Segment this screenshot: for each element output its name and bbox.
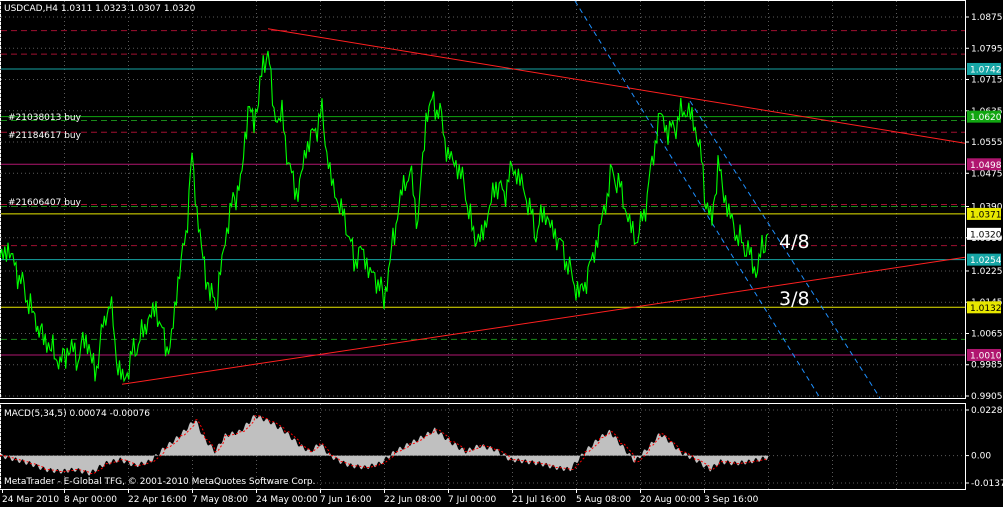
footer-copyright: MetaTrader - E-Global TFG, © 2001-2010 M… [4,477,316,487]
price-tick-label-4: 1.0555 [971,138,1003,148]
price-line [0,50,769,383]
price-tick-label-8: 1.0225 [971,267,1003,277]
level-tag-1.0132-label: 1.0132 [970,304,1002,314]
price-tick-label-12: 0.9905 [971,392,1003,402]
price-axis: 1.08751.07951.07151.06351.05551.04751.03… [965,13,1003,489]
macd-tick-label-0: 0.02286 [971,406,1003,416]
level-tag-1.0010-label: 1.0010 [970,351,1002,361]
time-tick-label-1: 8 Apr 00:00 [64,495,117,505]
level-tag-1.0371-label: 1.0371 [970,210,1002,220]
main-panel-frame [0,0,966,399]
time-tick-label-0: 24 Mar 2010 [2,495,59,505]
time-tick-label-7: 7 Jul 00:00 [448,495,497,505]
level-tag-1.0498-label: 1.0498 [970,161,1002,171]
channel-line-lower[interactable] [574,0,821,399]
annotation-3-8: 3/8 [779,288,810,310]
macd-tick-label-1: 0.00 [971,452,991,462]
price-tick-label-10: 1.0065 [971,329,1003,339]
time-tick-label-8: 21 Jul 16:00 [512,495,566,505]
time-tick-label-11: 3 Sep 16:00 [704,495,759,505]
level-tag-1.0254-label: 1.0254 [970,256,1002,266]
annotation-4-8: 4/8 [779,231,810,253]
time-tick-label-6: 22 Jun 08:00 [384,495,441,505]
price-tick-label-11: 0.9985 [971,361,1003,371]
time-tick-label-4: 24 May 00:00 [256,495,318,505]
order-label-3[interactable]: #21606407 buy [8,198,82,208]
price-chart[interactable]: 1.08751.07951.07151.06351.05551.04751.03… [0,0,1003,507]
price-series [0,50,769,383]
time-tick-label-2: 22 Apr 16:00 [128,495,187,505]
time-tick-label-9: 5 Aug 08:00 [576,495,631,505]
level-tag-1.0742-label: 1.0742 [970,65,1002,75]
order-label-2[interactable]: #21184617 buy [8,131,82,141]
price-tick-label-2: 1.0715 [971,76,1003,86]
level-tag-1.0620-label: 1.0620 [970,113,1002,123]
price-tick-label-1: 1.0795 [971,44,1003,54]
trend-lines[interactable] [121,0,966,399]
time-tick-label-5: 7 Jun 16:00 [320,495,372,505]
macd-tick-label-2: -0.01375 [971,479,1003,489]
time-tick-label-10: 20 Aug 00:00 [640,495,701,505]
macd-label: MACD(5,34,5) 0.00074 -0.00076 [4,409,150,419]
price-tick-label-0: 1.0875 [971,13,1003,23]
trend-line-resistance[interactable] [267,28,966,144]
chart-title: USDCAD,H4 1.0311 1.0323 1.0307 1.0320 [4,4,196,14]
time-tick-label-3: 7 May 08:00 [192,495,248,505]
time-axis: 24 Mar 2010 8 Apr 00:00 22 Apr 16:00 7 May … [2,489,759,505]
order-label-1[interactable]: #21038013 buy [8,113,82,123]
current-price-tag-label: 1.0320 [970,230,1002,240]
trend-line-support[interactable] [121,256,966,385]
